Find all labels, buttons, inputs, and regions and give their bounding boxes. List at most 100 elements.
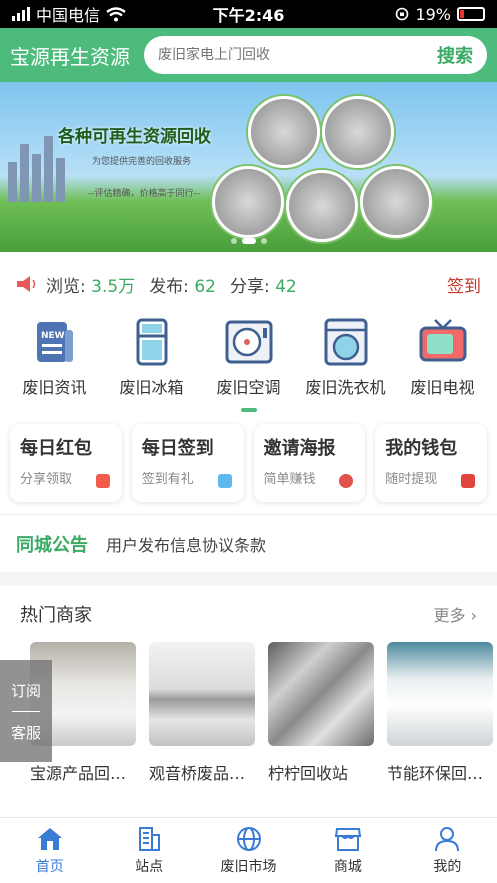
- signal-icon: [12, 7, 30, 21]
- category-label: 废旧资讯: [22, 378, 87, 397]
- category-air-conditioner[interactable]: 废旧空调: [200, 316, 297, 416]
- app-title: 宝源再生资源: [10, 44, 130, 69]
- daily-signin-card[interactable]: 每日签到 签到有礼: [132, 424, 244, 502]
- shares-label: 分享:: [229, 276, 270, 297]
- wallet-icon: [461, 474, 475, 488]
- pagination-dot[interactable]: [260, 238, 267, 244]
- tab-market[interactable]: 废旧市场: [199, 818, 298, 883]
- pagination-dot[interactable]: [241, 238, 256, 244]
- air-conditioner-icon: [225, 320, 272, 364]
- tab-shop[interactable]: 商城: [298, 818, 397, 883]
- banner-title: 各种可再生资源回收: [58, 127, 211, 147]
- search-input[interactable]: [158, 47, 437, 63]
- fridge-icon: [136, 318, 167, 366]
- daily-red-packet-card[interactable]: 每日红包 分享领取: [10, 424, 122, 502]
- tab-label: 商城: [333, 859, 362, 875]
- tv-icon: [419, 319, 466, 362]
- banner-photo-air-conditioner: [322, 96, 394, 168]
- tab-label: 废旧市场: [220, 859, 277, 875]
- tab-label: 首页: [35, 859, 64, 875]
- merchant-photo: [268, 642, 374, 746]
- search-button[interactable]: 搜索: [437, 42, 473, 68]
- gift-icon: [217, 474, 232, 488]
- category-fridge[interactable]: 废旧冰箱: [103, 316, 200, 416]
- posts-stat: 发布: 62: [149, 272, 216, 297]
- category-news[interactable]: NEW 废旧资讯: [6, 316, 103, 416]
- category-washing-machine[interactable]: 废旧洗衣机: [297, 316, 394, 416]
- battery-percent: 19%: [415, 4, 451, 24]
- customer-service-button[interactable]: 客服: [11, 722, 41, 743]
- my-wallet-card[interactable]: 我的钱包 随时提现: [375, 424, 487, 502]
- posts-value: 62: [194, 276, 216, 297]
- banner-photo-car: [360, 166, 432, 238]
- merchant-card[interactable]: 柠柠回收站: [268, 642, 374, 784]
- invite-poster-card[interactable]: 邀请海报 简单赚钱: [254, 424, 366, 502]
- card-title: 邀请海报: [263, 438, 336, 459]
- home-icon: [37, 828, 62, 850]
- floating-side-panel: 订阅 客服: [0, 660, 52, 762]
- views-label: 浏览:: [46, 276, 86, 297]
- shares-stat: 分享: 42: [230, 272, 297, 297]
- washing-machine-icon: [324, 318, 367, 366]
- red-packet-icon: [95, 474, 110, 488]
- subscribe-button[interactable]: 订阅: [11, 680, 41, 701]
- tab-label: 我的: [433, 859, 462, 875]
- merchant-photo: [149, 642, 255, 746]
- merchant-card[interactable]: 观音桥废品回收站: [149, 642, 255, 784]
- category-row: NEW 废旧资讯 废旧冰箱 废旧空调 废旧洗衣机 废旧电视: [0, 316, 497, 416]
- merchant-card[interactable]: 节能环保回收站: [387, 642, 493, 784]
- banner-photo-fridge: [286, 170, 358, 242]
- tab-mine[interactable]: 我的: [398, 818, 497, 883]
- banner-photo-tv: [248, 96, 320, 168]
- status-bar: 中国电信 下午2:46 19%: [0, 0, 497, 28]
- more-label: 更多: [433, 606, 466, 625]
- card-title: 每日签到: [141, 438, 214, 459]
- wifi-icon: [106, 6, 126, 21]
- search-bar[interactable]: 搜索: [144, 36, 487, 74]
- app-header: 宝源再生资源 搜索: [0, 28, 497, 82]
- section-divider: [0, 572, 497, 586]
- notice-text[interactable]: 用户发布信息协议条款: [106, 532, 266, 556]
- bottom-tab-bar: 首页 站点 废旧市场 商城 我的: [0, 817, 497, 883]
- merchant-name: 宝源产品回收站: [30, 764, 136, 783]
- merchant-name: 柠柠回收站: [268, 764, 349, 783]
- quick-action-cards: 每日红包 分享领取 每日签到 签到有礼 邀请海报 简单赚钱 我的钱包 随时提现: [0, 416, 497, 502]
- merchant-photo: [387, 642, 493, 746]
- hot-merchants-header: 热门商家 更多 ›: [0, 586, 497, 642]
- card-title: 我的钱包: [385, 438, 458, 459]
- promo-banner[interactable]: 各种可再生资源回收 为您提供完善的回收服务 --评估精确，价格高于同行--: [0, 82, 497, 252]
- tab-stations[interactable]: 站点: [99, 818, 198, 883]
- city-notice-bar[interactable]: 同城公告 用户发布信息协议条款: [0, 514, 497, 572]
- svg-text:NEW: NEW: [41, 331, 65, 341]
- banner-slogan: --评估精确，价格高于同行--: [88, 189, 200, 199]
- globe-icon: [236, 827, 261, 851]
- banner-pagination: [230, 238, 267, 244]
- merchant-name: 观音桥废品回收站: [149, 764, 255, 783]
- tab-home[interactable]: 首页: [0, 818, 99, 883]
- category-label: 废旧电视: [410, 378, 475, 397]
- stats-row: 浏览: 3.5万 发布: 62 分享: 42 签到: [0, 252, 497, 316]
- clock: 下午2:46: [212, 6, 285, 25]
- pagination-dot[interactable]: [230, 238, 237, 244]
- chevron-right-icon: ›: [470, 606, 477, 625]
- more-link[interactable]: 更多 ›: [433, 602, 477, 626]
- shares-value: 42: [275, 276, 297, 297]
- battery-icon: [457, 7, 485, 21]
- banner-photo-washing-machine: [212, 166, 284, 238]
- shop-icon: [334, 828, 362, 851]
- notice-tag: 同城公告: [16, 534, 88, 556]
- views-value: 3.5万: [91, 276, 136, 297]
- carrier-label: 中国电信: [36, 6, 101, 25]
- speaker-icon: [17, 276, 36, 292]
- signin-button[interactable]: 签到: [447, 272, 481, 297]
- tab-label: 站点: [135, 859, 164, 875]
- news-icon: NEW: [36, 322, 73, 362]
- section-title: 热门商家: [20, 605, 92, 626]
- merchant-list: 宝源产品回收站 观音桥废品回收站 柠柠回收站 节能环保回收站: [0, 642, 497, 784]
- category-tv[interactable]: 废旧电视: [394, 316, 491, 416]
- category-label: 废旧冰箱: [119, 378, 184, 397]
- views-stat: 浏览: 3.5万: [46, 272, 135, 297]
- category-label: 废旧洗衣机: [305, 378, 386, 397]
- banner-subtitle: 为您提供完善的回收服务: [92, 157, 192, 167]
- user-icon: [435, 827, 460, 852]
